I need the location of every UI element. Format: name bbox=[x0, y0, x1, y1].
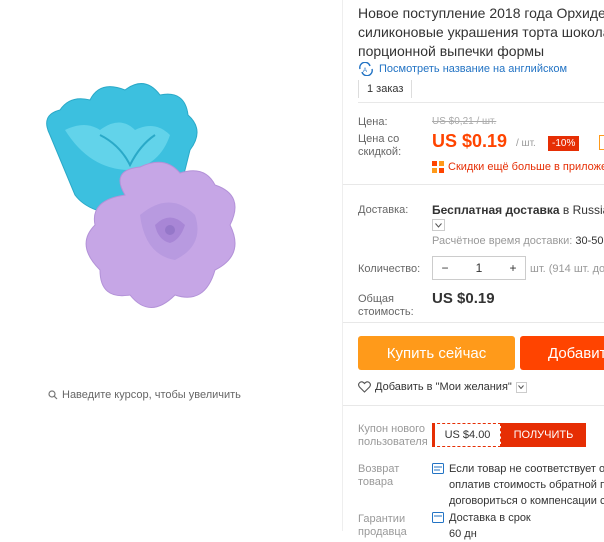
new-user-coupon: US $4.00 ПОЛУЧИТЬ bbox=[432, 423, 586, 447]
returns-icon bbox=[432, 463, 444, 474]
total-price: US $0.19 bbox=[432, 290, 495, 307]
product-title: Новое поступление 2018 года Орхидея сили… bbox=[358, 5, 604, 59]
wishlist-dropdown[interactable] bbox=[515, 381, 527, 393]
get-coupon-button[interactable]: ПОЛУЧИТЬ bbox=[501, 423, 586, 447]
zoom-hint-text: Наведите курсор, чтобы увеличить bbox=[62, 389, 241, 401]
shipping-value: Бесплатная доставка в Russian F bbox=[432, 203, 604, 217]
discount-badge: -10% bbox=[548, 136, 580, 151]
divider bbox=[358, 102, 604, 103]
product-info: Новое поступление 2018 года Орхидея сили… bbox=[343, 0, 604, 540]
product-gallery: Наведите курсор, чтобы увеличить bbox=[0, 0, 342, 531]
add-to-cart-button[interactable]: Добавит bbox=[520, 336, 604, 370]
returns-text: Если товар не соответствует оп оплатив с… bbox=[449, 463, 604, 507]
shipping-label: Доставка: bbox=[358, 204, 409, 216]
quantity-stepper: − 1 + bbox=[432, 256, 526, 280]
wishlist-link[interactable]: Добавить в "Мои желания" bbox=[358, 381, 527, 393]
delivery-time: Расчётное время доставки: 30-50 bbox=[432, 235, 604, 247]
promo-badge: 02 bbox=[599, 135, 604, 150]
divider bbox=[343, 405, 604, 406]
product-image[interactable] bbox=[30, 75, 260, 325]
discount-price-label: Цена со скидкой: bbox=[358, 133, 402, 158]
buy-now-button[interactable]: Купить сейчас bbox=[358, 336, 515, 370]
discount-price: US $0.19 bbox=[432, 131, 508, 151]
quantity-decrease-button[interactable]: − bbox=[433, 261, 457, 275]
orders-count: 1 заказ bbox=[358, 80, 413, 98]
app-promo[interactable]: Скидки ещё больше в приложе bbox=[432, 161, 604, 173]
heart-icon bbox=[358, 381, 371, 393]
guarantee-text: Доставка в срок 60 дн bbox=[449, 512, 531, 540]
total-label: Общая стоимость: bbox=[358, 293, 414, 318]
divider bbox=[343, 322, 604, 323]
quantity-label: Количество: bbox=[358, 263, 421, 275]
returns-label: Возврат товара bbox=[358, 463, 400, 488]
translate-link[interactable]: A Посмотреть название на английском bbox=[358, 62, 567, 76]
divider bbox=[343, 184, 604, 185]
search-icon bbox=[48, 390, 58, 400]
coupon-amount: US $4.00 bbox=[432, 423, 501, 447]
translate-icon: A bbox=[359, 62, 373, 76]
price-unit: / шт. bbox=[516, 138, 536, 149]
quantity-available: шт. (914 шт. дос bbox=[530, 263, 604, 275]
shipping-dropdown[interactable] bbox=[432, 219, 445, 231]
old-price: US $0,21 / шт. bbox=[432, 116, 497, 127]
delivery-icon bbox=[432, 512, 444, 523]
chevron-down-icon bbox=[518, 385, 525, 389]
coupon-label: Купон нового пользователя bbox=[358, 423, 428, 448]
quantity-input[interactable]: 1 bbox=[467, 261, 491, 275]
zoom-hint: Наведите курсор, чтобы увеличить bbox=[48, 389, 241, 401]
price-label: Цена: bbox=[358, 116, 388, 128]
svg-text:A: A bbox=[363, 68, 367, 74]
quantity-increase-button[interactable]: + bbox=[501, 261, 525, 275]
guarantee-label: Гарантии продавца bbox=[358, 513, 407, 538]
app-grid-icon bbox=[432, 161, 444, 173]
chevron-down-icon bbox=[435, 222, 442, 228]
